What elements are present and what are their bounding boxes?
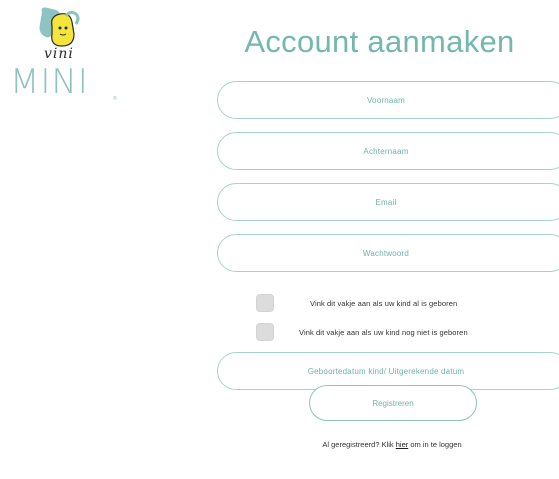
unborn-checkbox-label: Vink dit vakje aan als uw kind nog niet … — [299, 327, 468, 337]
register-button[interactable]: Registreren — [309, 385, 477, 421]
birth-date-placeholder: Geboortedatum kind/ Uitgerekende datum — [307, 366, 465, 376]
login-prefix: Al geregistreerd? Klik — [322, 440, 396, 449]
born-checkbox[interactable] — [256, 294, 274, 312]
email-field[interactable]: Email — [217, 183, 559, 221]
login-link[interactable]: hier — [396, 440, 409, 449]
login-prompt: Al geregistreerd? Klik hier om in te log… — [300, 440, 484, 449]
first-name-placeholder: Voornaam — [366, 95, 406, 105]
password-field[interactable]: Wachtwoord — [217, 234, 559, 272]
born-checkbox-label: Vink dit vakje aan als uw kind al is geb… — [310, 298, 458, 308]
unborn-checkbox[interactable] — [256, 323, 274, 341]
last-name-field[interactable]: Achternaam — [217, 132, 559, 170]
first-name-field[interactable]: Voornaam — [217, 81, 559, 119]
brand-logo[interactable]: vini MINI ® — [10, 6, 120, 102]
born-check-row: Vink dit vakje aan als uw kind al is geb… — [256, 294, 457, 312]
brand-emblem-icon — [39, 7, 80, 47]
password-placeholder: Wachtwoord — [362, 248, 410, 258]
register-page: vini MINI ® Account aanmaken Voornaam Ac… — [0, 0, 559, 479]
registered-mark: ® — [113, 96, 117, 102]
unborn-check-row: Vink dit vakje aan als uw kind nog niet … — [256, 323, 468, 341]
brand-wordmark: MINI — [10, 62, 89, 102]
email-placeholder: Email — [375, 197, 397, 207]
last-name-placeholder: Achternaam — [363, 146, 409, 156]
login-suffix: om in te loggen — [408, 440, 462, 449]
brand-script-text: vini — [44, 46, 74, 62]
page-title: Account aanmaken — [244, 24, 515, 59]
